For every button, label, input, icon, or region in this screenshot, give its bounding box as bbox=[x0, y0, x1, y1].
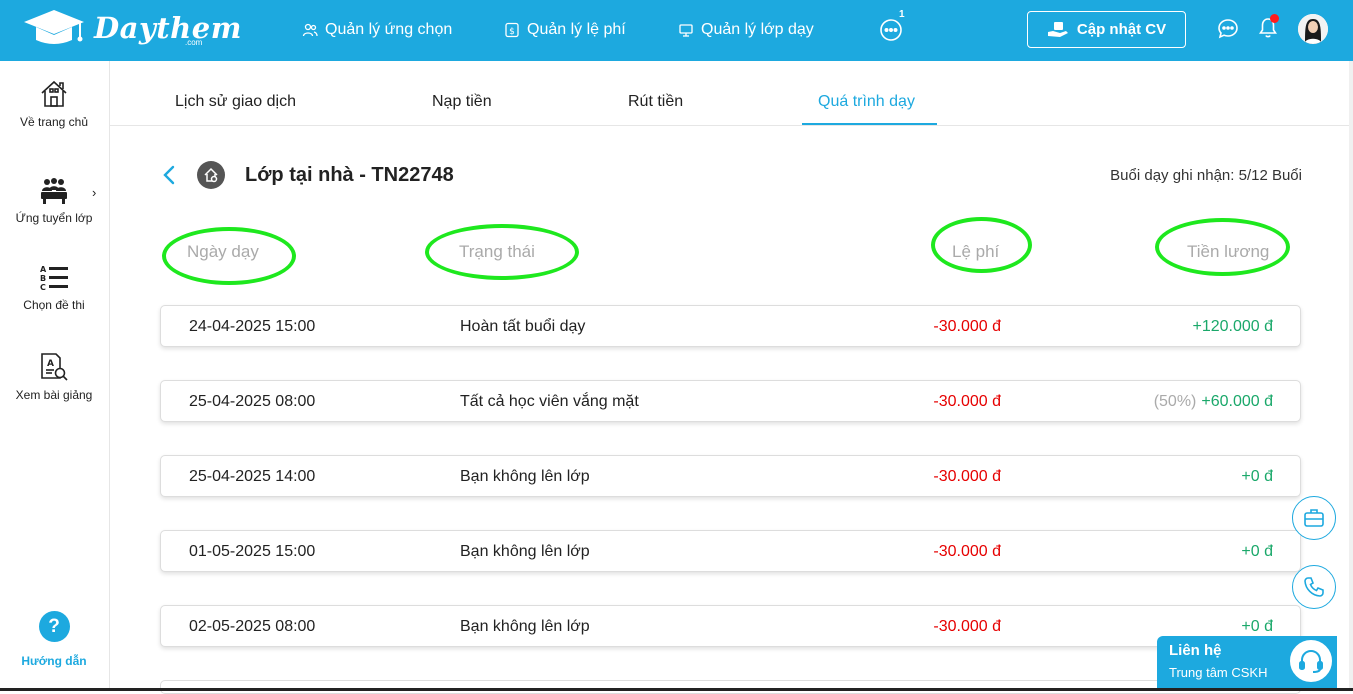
update-cv-button[interactable]: Cập nhật CV bbox=[1027, 11, 1186, 48]
phone-button[interactable] bbox=[1292, 565, 1336, 609]
sidebar-item-view-lecture[interactable]: A Xem bài giảng bbox=[0, 352, 108, 402]
home-class-icon bbox=[197, 161, 225, 189]
row-status: Bạn không lên lớp bbox=[460, 618, 590, 635]
highlight-ellipse bbox=[425, 224, 579, 280]
update-cv-label: Cập nhật CV bbox=[1076, 21, 1167, 38]
highlight-ellipse bbox=[1155, 218, 1290, 276]
phone-icon bbox=[1304, 577, 1324, 597]
svg-text:$: $ bbox=[509, 27, 515, 37]
contact-support-widget[interactable]: Liên hệ Trung tâm CSKH bbox=[1157, 636, 1337, 691]
row-salary: +120.000 đ bbox=[1192, 318, 1273, 336]
row-status: Bạn không lên lớp bbox=[460, 543, 590, 560]
contact-subtitle: Trung tâm CSKH bbox=[1169, 665, 1268, 680]
row-salary: +0 đ bbox=[1241, 618, 1273, 636]
wallet-tabs: Lịch sử giao dịch Nạp tiền Rút tiền Quá … bbox=[110, 61, 1353, 126]
table-row[interactable] bbox=[160, 680, 1301, 694]
list-icon: ABC bbox=[40, 265, 68, 292]
row-fee: -30.000 đ bbox=[933, 393, 1001, 410]
sidebar-item-choose-exam[interactable]: ABC Chọn đề thi bbox=[0, 264, 108, 312]
tab-transaction-history[interactable]: Lịch sử giao dịch bbox=[175, 93, 296, 111]
monitor-icon bbox=[679, 24, 693, 37]
row-status: Bạn không lên lớp bbox=[460, 468, 590, 485]
nav-label: Quản lý lệ phí bbox=[527, 21, 626, 38]
row-fee: -30.000 đ bbox=[933, 618, 1001, 635]
row-salary-value: +60.000 đ bbox=[1201, 393, 1273, 410]
table-row[interactable]: 02-05-2025 08:00 Bạn không lên lớp -30.0… bbox=[160, 605, 1301, 647]
sessions-recorded: Buổi dạy ghi nhận: 5/12 Buổi bbox=[1110, 167, 1302, 184]
fee-icon: $ bbox=[505, 22, 519, 38]
logo[interactable]: Daythem .com bbox=[22, 8, 241, 52]
nav-candidate-management[interactable]: Quản lý ứng chọn bbox=[302, 18, 452, 42]
contact-title: Liên hệ bbox=[1169, 642, 1222, 659]
row-salary: +0 đ bbox=[1241, 543, 1273, 561]
guide-label: Hướng dẫn bbox=[21, 654, 87, 668]
row-salary: +0 đ bbox=[1241, 468, 1273, 486]
row-salary-value: +0 đ bbox=[1241, 468, 1273, 485]
table-row[interactable]: 01-05-2025 15:00 Bạn không lên lớp -30.0… bbox=[160, 530, 1301, 572]
class-title: Lớp tại nhà - TN22748 bbox=[245, 164, 454, 186]
sidebar-item-guide[interactable]: ? Hướng dẫn bbox=[0, 611, 108, 668]
help-icon: ? bbox=[38, 611, 70, 642]
briefcase-icon bbox=[1304, 509, 1324, 527]
highlight-ellipse bbox=[931, 217, 1032, 273]
table-row[interactable]: 24-04-2025 15:00 Hoàn tất buổi dạy -30.0… bbox=[160, 305, 1301, 347]
svg-text:C: C bbox=[40, 283, 46, 292]
row-date: 25-04-2025 14:00 bbox=[189, 468, 316, 485]
row-salary-percent: (50%) bbox=[1153, 393, 1197, 410]
svg-text:A: A bbox=[40, 265, 47, 274]
back-arrow-icon[interactable] bbox=[160, 164, 178, 186]
row-salary-value: +120.000 đ bbox=[1192, 318, 1273, 335]
briefcase-button[interactable] bbox=[1292, 496, 1336, 540]
active-tab-indicator bbox=[802, 123, 937, 125]
row-date: 01-05-2025 15:00 bbox=[189, 543, 316, 560]
row-fee: -30.000 đ bbox=[933, 543, 1001, 560]
row-salary-value: +0 đ bbox=[1241, 618, 1273, 635]
avatar[interactable] bbox=[1298, 14, 1328, 44]
nav-label: Quản lý ứng chọn bbox=[325, 21, 453, 38]
notification-dot bbox=[1270, 14, 1279, 23]
svg-text:B: B bbox=[40, 274, 46, 283]
row-date: 25-04-2025 08:00 bbox=[189, 393, 316, 410]
chat-icon[interactable] bbox=[1217, 18, 1239, 40]
row-date: 24-04-2025 15:00 bbox=[189, 318, 316, 335]
highlight-ellipse bbox=[162, 227, 296, 285]
row-fee: -30.000 đ bbox=[933, 318, 1001, 335]
row-fee: -30.000 đ bbox=[933, 468, 1001, 485]
row-status: Hoàn tất buổi dạy bbox=[460, 318, 586, 335]
row-status: Tất cả học viên vắng mặt bbox=[460, 393, 639, 410]
table-row[interactable]: 25-04-2025 08:00 Tất cả học viên vắng mặ… bbox=[160, 380, 1301, 422]
row-salary: (50%) +60.000 đ bbox=[1154, 393, 1273, 411]
nav-class-management[interactable]: Quản lý lớp dạy bbox=[678, 18, 814, 42]
headset-icon bbox=[1288, 638, 1334, 684]
tab-withdraw[interactable]: Rút tiền bbox=[628, 93, 683, 111]
sidebar-item-label: Chọn đề thi bbox=[23, 298, 85, 312]
sidebar-item-label: Ứng tuyển lớp bbox=[15, 211, 93, 225]
sidebar-item-label: Xem bài giảng bbox=[15, 388, 93, 402]
sidebar-expand-arrow[interactable]: › bbox=[92, 185, 96, 200]
row-salary-value: +0 đ bbox=[1241, 543, 1273, 560]
lecture-search-icon: A bbox=[41, 353, 68, 381]
top-bar: Daythem .com Quản lý ứng chọn $ Quản lý … bbox=[0, 0, 1353, 61]
classroom-icon bbox=[41, 178, 67, 204]
users-icon bbox=[302, 23, 318, 37]
sidebar-item-label: Về trang chủ bbox=[19, 115, 89, 129]
home-icon bbox=[41, 80, 67, 107]
table-row[interactable]: 25-04-2025 14:00 Bạn không lên lớp -30.0… bbox=[160, 455, 1301, 497]
logo-text: Daythem bbox=[94, 11, 242, 45]
nav-label: Quản lý lớp dạy bbox=[701, 21, 814, 38]
more-icon[interactable] bbox=[879, 18, 903, 42]
row-date: 02-05-2025 08:00 bbox=[189, 618, 316, 635]
scrollbar-track[interactable] bbox=[1349, 61, 1353, 691]
tab-teaching-progress[interactable]: Quá trình dạy bbox=[818, 93, 915, 111]
svg-text:A: A bbox=[47, 359, 54, 369]
tab-deposit[interactable]: Nạp tiền bbox=[432, 93, 492, 111]
nav-fee-management[interactable]: $ Quản lý lệ phí bbox=[504, 18, 626, 42]
logo-domain: .com bbox=[185, 38, 203, 47]
hand-cv-icon bbox=[1047, 21, 1068, 37]
sidebar-item-home[interactable]: Về trang chủ bbox=[0, 79, 108, 129]
graduation-cap-icon bbox=[24, 10, 84, 44]
more-badge: 1 bbox=[899, 9, 905, 20]
sidebar: Về trang chủ Ứng tuyển lớp › ABC Chọn đề… bbox=[0, 61, 110, 691]
